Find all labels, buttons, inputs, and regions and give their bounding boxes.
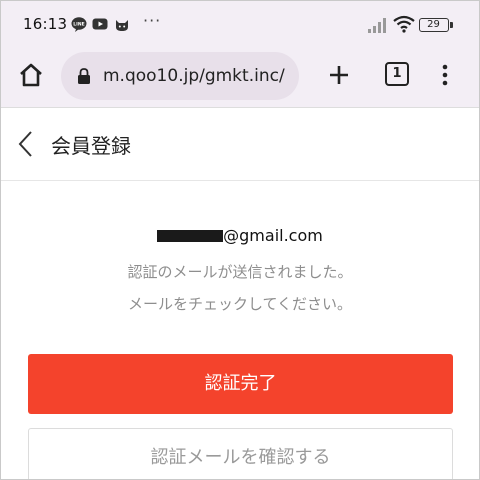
- youtube-icon: [92, 18, 108, 30]
- status-bar: 16:13 LINE ··· 29: [1, 1, 479, 45]
- url-text: m.qoo10.jp/gmkt.inc/: [103, 66, 285, 86]
- home-icon[interactable]: [17, 61, 45, 89]
- check-verification-email-button[interactable]: 認証メールを確認する: [28, 428, 453, 479]
- chevron-left-icon[interactable]: [15, 128, 37, 160]
- plus-icon[interactable]: [325, 61, 353, 89]
- signal-icon: [368, 18, 386, 33]
- phone-screen: 16:13 LINE ··· 29 m.qoo10.jp/gmkt.inc/ 1…: [0, 0, 480, 480]
- more-vertical-icon[interactable]: [437, 61, 453, 89]
- lock-icon: [78, 68, 90, 84]
- page-title: 会員登録: [51, 134, 131, 158]
- status-time: 16:13: [23, 15, 68, 33]
- cat-app-icon: [116, 20, 128, 31]
- line-icon: LINE: [71, 17, 87, 32]
- message-check-text: メールをチェックしてください。: [127, 295, 353, 313]
- browser-toolbar: m.qoo10.jp/gmkt.inc/ 1: [1, 45, 479, 108]
- email-address: @gmail.com: [1, 226, 479, 245]
- battery-cap: [450, 22, 453, 28]
- email-domain: @gmail.com: [223, 226, 323, 245]
- redacted-username: [157, 230, 224, 242]
- tab-count: 1: [392, 66, 402, 81]
- battery-icon: 29: [419, 18, 449, 32]
- page-header: 会員登録: [1, 108, 479, 181]
- battery-level: 29: [427, 19, 440, 30]
- verify-complete-button[interactable]: 認証完了: [28, 354, 453, 414]
- tabs-button[interactable]: 1: [385, 62, 409, 86]
- svg-text:LINE: LINE: [73, 22, 84, 28]
- more-notifications: ···: [143, 11, 162, 30]
- wifi-icon: [393, 15, 415, 33]
- address-bar[interactable]: m.qoo10.jp/gmkt.inc/: [61, 52, 299, 100]
- message-sent-text: 認証のメールが送信されました。: [127, 263, 353, 281]
